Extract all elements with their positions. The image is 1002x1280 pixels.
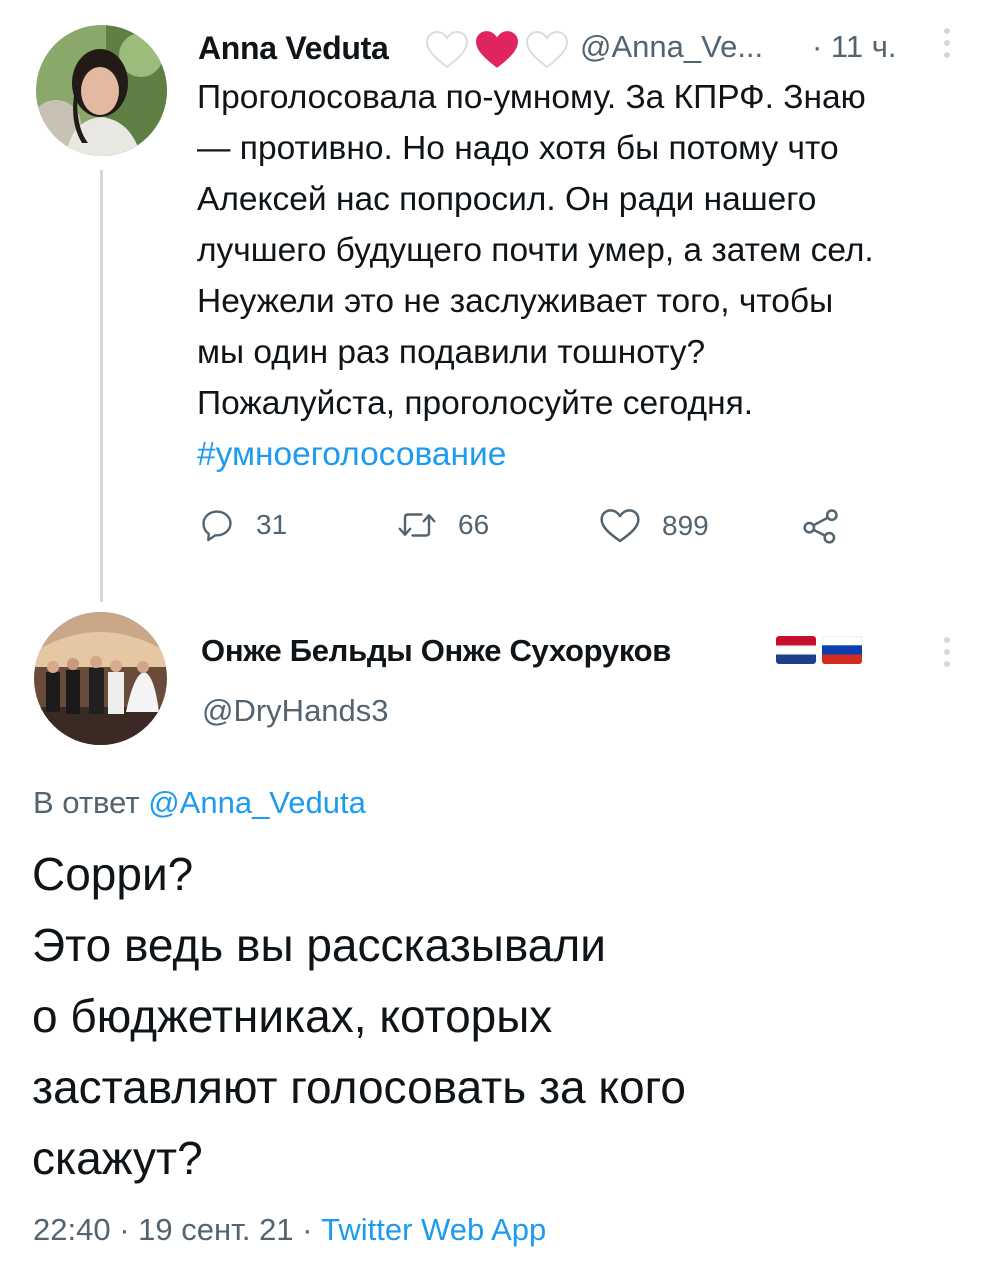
white-heart-icon xyxy=(525,30,569,69)
reply-count: 31 xyxy=(256,509,288,540)
heart-outline-icon xyxy=(600,509,640,543)
like-count: 899 xyxy=(662,510,709,541)
author-handle[interactable]: @DryHands3 xyxy=(202,693,389,729)
tweet-text-line: — противно. Но надо хотя бы потому что xyxy=(197,130,839,167)
avatar[interactable] xyxy=(36,25,167,156)
netherlands-flag-icon xyxy=(776,636,816,664)
author-name[interactable]: Anna Veduta xyxy=(198,30,389,67)
in-reply-to: В ответ @Anna_Veduta xyxy=(33,785,366,821)
tweet-time[interactable]: · 11 ч. xyxy=(812,29,897,65)
tweet-meta: 22:40 · 19 сент. 21 · Twitter Web App xyxy=(33,1212,546,1248)
reply-text-line: Это ведь вы рассказывали xyxy=(32,919,606,971)
reply-text-line: скажут? xyxy=(32,1132,203,1184)
reply-action[interactable]: 31 xyxy=(198,506,287,544)
avatar[interactable] xyxy=(34,612,167,745)
share-icon xyxy=(803,509,838,544)
reply-icon xyxy=(202,510,232,542)
reply-body: Сорри? Это ведь вы рассказывали о бюджет… xyxy=(32,839,982,1194)
tweet-text-line: Проголосовала по-умному. За КПРФ. Знаю xyxy=(197,79,866,116)
thread-connector-line xyxy=(100,170,103,602)
author-name[interactable]: Онже Бельды Онже Сухоруков xyxy=(201,633,671,669)
reply-text-line: заставляют голосовать за кого xyxy=(32,1061,686,1113)
retweet-icon xyxy=(398,513,436,537)
timestamp[interactable]: 22:40 · 19 сент. 21 · xyxy=(33,1212,312,1247)
more-options-icon[interactable] xyxy=(944,28,950,58)
avatar-photo xyxy=(34,612,167,745)
reply-text-line: о бюджетниках, которых xyxy=(32,990,553,1042)
hashtag-link[interactable]: #умноеголосование xyxy=(197,429,987,480)
tweet-text-line: лучшего будущего почти умер, а затем сел… xyxy=(197,232,874,269)
red-heart-icon xyxy=(476,31,518,68)
russia-flag-icon xyxy=(822,636,862,664)
tweet-text-line: Неужели это не заслуживает того, чтобы xyxy=(197,283,834,320)
avatar-photo xyxy=(36,25,167,156)
author-handle[interactable]: @Anna_Ve... xyxy=(580,29,763,65)
more-options-icon[interactable] xyxy=(944,637,950,667)
name-emoji-group xyxy=(424,28,570,72)
reply-text-line: Сорри? xyxy=(32,848,194,900)
share-button[interactable] xyxy=(801,506,841,551)
like-action[interactable]: 899 xyxy=(598,506,709,546)
in-reply-prefix: В ответ xyxy=(33,785,140,820)
in-reply-handle-link[interactable]: @Anna_Veduta xyxy=(148,785,366,820)
retweet-action[interactable]: 66 xyxy=(396,506,489,544)
tweet-text-line: мы один раз подавили тошноту? xyxy=(197,334,706,371)
source-link[interactable]: Twitter Web App xyxy=(321,1212,546,1247)
retweet-count: 66 xyxy=(458,509,490,540)
white-heart-icon xyxy=(425,30,469,69)
tweet-text-line: Пожалуйста, проголосуйте сегодня. xyxy=(197,385,754,422)
tweet-body: Проголосовала по-умному. За КПРФ. Знаю —… xyxy=(197,72,987,480)
flag-group xyxy=(776,636,862,664)
tweet-text-line: Алексей нас попросил. Он ради нашего xyxy=(197,181,817,218)
